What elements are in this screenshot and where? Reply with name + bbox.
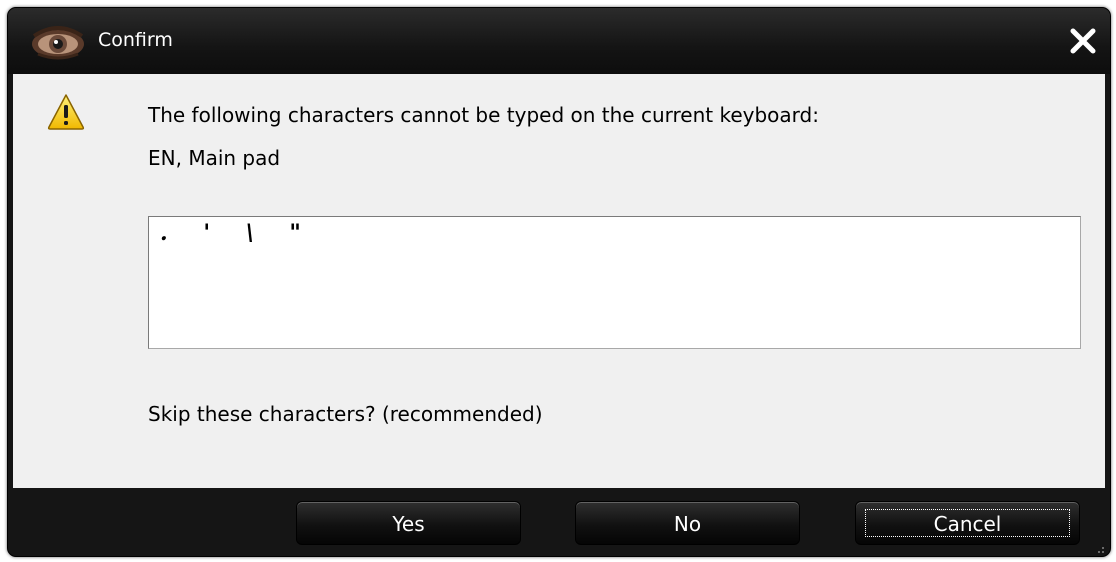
warning-icon — [46, 92, 86, 132]
close-icon[interactable] — [1066, 24, 1100, 58]
title-bar[interactable]: Confirm — [8, 8, 1110, 74]
cancel-button[interactable]: Cancel — [855, 501, 1080, 545]
eye-icon — [28, 22, 88, 62]
confirm-dialog: Confirm The following characters cannot — [7, 7, 1111, 557]
message-line-1: The following characters cannot be typed… — [148, 103, 819, 127]
no-button[interactable]: No — [575, 501, 800, 545]
window-title: Confirm — [98, 29, 173, 51]
dialog-content: The following characters cannot be typed… — [13, 74, 1105, 488]
characters-textbox[interactable]: . ' \ " — [148, 216, 1081, 349]
skip-question: Skip these characters? (recommended) — [148, 402, 543, 426]
cancel-button-label: Cancel — [933, 512, 1002, 536]
characters-value: . ' \ " — [160, 220, 308, 246]
message-line-2: EN, Main pad — [148, 146, 281, 170]
resize-grip-icon[interactable] — [1094, 540, 1106, 553]
yes-button[interactable]: Yes — [296, 501, 521, 545]
